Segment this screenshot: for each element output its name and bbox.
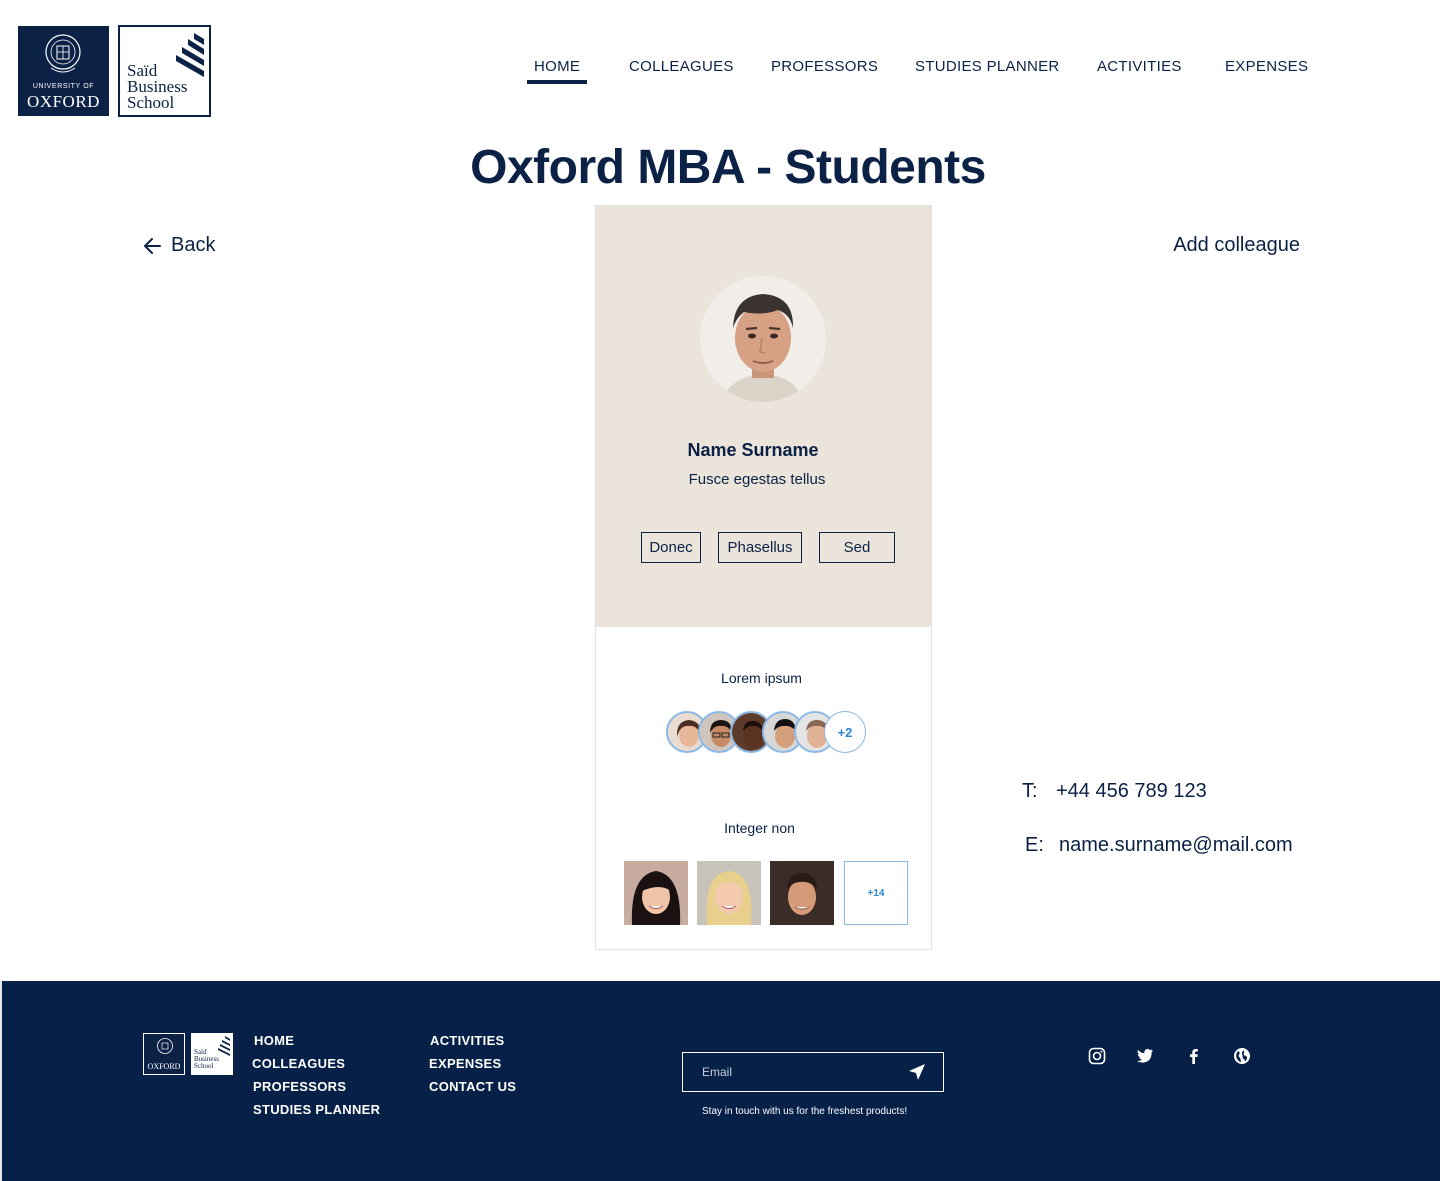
nav-activities[interactable]: ACTIVITIES	[1097, 58, 1182, 75]
more-avatars-badge[interactable]: +2	[824, 711, 866, 753]
tag-phasellus[interactable]: Phasellus	[718, 532, 802, 563]
globe-icon[interactable]	[1233, 1047, 1251, 1065]
profile-subtitle: Fusce egestas tellus	[688, 471, 826, 488]
logo-school-line-3: School	[127, 93, 175, 112]
email-label: E:	[1025, 834, 1044, 856]
nav-home[interactable]: HOME	[526, 58, 588, 84]
crest-icon	[157, 1038, 173, 1054]
footer-link-activities[interactable]: ACTIVITIES	[430, 1033, 505, 1048]
tag-donec[interactable]: Donec	[641, 532, 701, 563]
footer-oxford-logo[interactable]: OXFORD	[143, 1033, 185, 1075]
footer-link-professors[interactable]: PROFESSORS	[253, 1079, 346, 1094]
more-photos-badge[interactable]: +14	[844, 861, 908, 925]
footer-link-expenses[interactable]: EXPENSES	[429, 1056, 501, 1071]
back-label: Back	[171, 234, 216, 256]
page-title: Oxford MBA - Students	[470, 141, 986, 194]
person-female-photo-icon	[624, 861, 688, 925]
footer: OXFORD Saïd Business School HOME COLLEAG…	[0, 981, 1440, 1181]
contact-phone: T: +44 456 789 123	[1022, 780, 1207, 803]
footer-logo-school: Saïd Business School	[194, 1048, 219, 1070]
nav-professors[interactable]: PROFESSORS	[771, 58, 878, 75]
email-value[interactable]: name.surname@mail.com	[1059, 834, 1293, 857]
add-colleague-button[interactable]: Add colleague	[1173, 234, 1300, 257]
photo-thumbnail[interactable]	[770, 861, 834, 925]
person-male-photo-icon	[770, 861, 834, 925]
footer-link-studies-planner[interactable]: STUDIES PLANNER	[253, 1102, 380, 1117]
nav-colleagues[interactable]: COLLEAGUES	[629, 58, 734, 75]
lorem-ipsum-avatar-group[interactable]: +2	[666, 711, 866, 755]
arrow-left-icon	[144, 237, 161, 254]
person-portrait-icon	[700, 276, 826, 402]
footer-link-home[interactable]: HOME	[254, 1033, 294, 1048]
tag-sed[interactable]: Sed	[819, 532, 895, 563]
profile-name: Name Surname	[687, 440, 819, 460]
contact-email: E: name.surname@mail.com	[1025, 834, 1293, 857]
phone-value[interactable]: +44 456 789 123	[1056, 780, 1207, 803]
back-button[interactable]: Back	[143, 234, 215, 257]
profile-card: Name Surname Fusce egestas tellus Donec …	[595, 205, 932, 950]
send-icon[interactable]	[907, 1062, 927, 1082]
logo-oxford-line: OXFORD	[27, 92, 100, 111]
facebook-icon[interactable]	[1185, 1047, 1203, 1065]
footer-link-colleagues[interactable]: COLLEAGUES	[252, 1056, 345, 1071]
section-integer-non-label: Integer non	[724, 820, 795, 836]
newsletter-tagline: Stay in touch with us for the freshest p…	[702, 1106, 908, 1117]
person-blonde-photo-icon	[697, 861, 761, 925]
instagram-icon[interactable]	[1088, 1047, 1106, 1065]
footer-link-contact-us[interactable]: CONTACT US	[429, 1079, 516, 1094]
photo-thumbnail[interactable]	[624, 861, 688, 925]
main-nav: HOME COLLEAGUES PROFESSORS STUDIES PLANN…	[0, 58, 1440, 88]
newsletter-email-input[interactable]	[682, 1052, 944, 1092]
footer-said-logo[interactable]: Saïd Business School	[191, 1033, 233, 1075]
footer-logo-text: OXFORD	[147, 1062, 181, 1071]
photo-thumbnail[interactable]	[697, 861, 761, 925]
twitter-icon[interactable]	[1136, 1047, 1154, 1065]
profile-avatar	[700, 276, 826, 402]
nav-expenses[interactable]: EXPENSES	[1225, 58, 1308, 75]
section-lorem-ipsum-label: Lorem ipsum	[721, 670, 802, 686]
nav-studies-planner[interactable]: STUDIES PLANNER	[915, 58, 1060, 75]
profile-card-header: Name Surname Fusce egestas tellus Donec …	[596, 206, 931, 627]
phone-label: T:	[1022, 780, 1038, 802]
